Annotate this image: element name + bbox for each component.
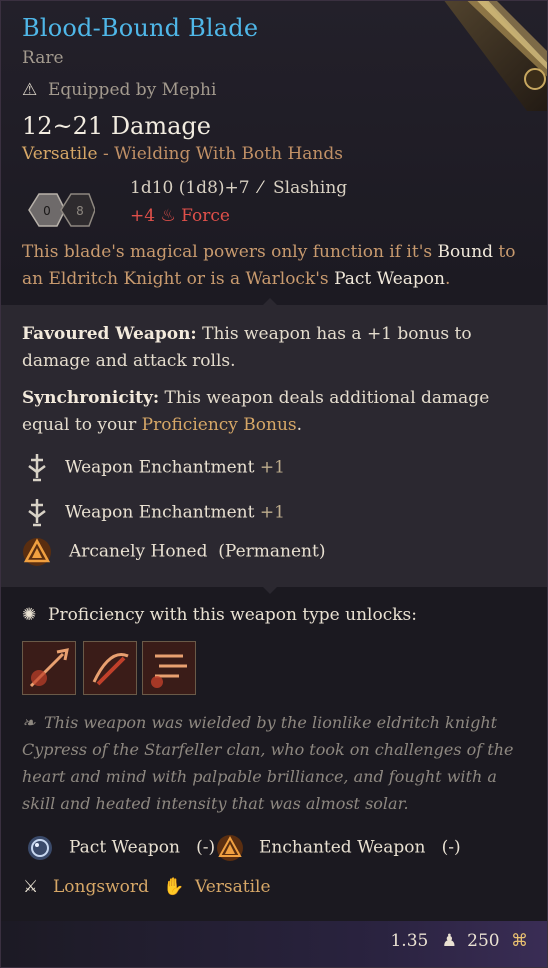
rush-attack-icon[interactable] xyxy=(142,641,196,695)
item-title: Blood-Bound Blade xyxy=(22,14,259,42)
longsword-tag[interactable]: ⚔ Longsword xyxy=(23,877,149,897)
favoured-weapon-property: Favoured Weapon: This weapon has a +1 bo… xyxy=(22,321,527,375)
enchanted-weapon-tag[interactable]: Enchanted Weapon (-) xyxy=(215,833,461,863)
bound-keyword[interactable]: Bound xyxy=(438,242,494,262)
property-title: Synchronicity: xyxy=(22,388,160,408)
enchanted-tag-label: Enchanted Weapon xyxy=(259,837,426,858)
enchantment-bonus: +1 xyxy=(259,502,285,523)
enchanted-tag-note: (-) xyxy=(441,837,461,858)
die-value: 8 xyxy=(76,204,84,218)
damage-roll: 1d10 (1d8)+7 ⁄ Slashing xyxy=(130,178,347,198)
force-label: Force xyxy=(181,206,230,226)
pact-tag-label: Pact Weapon xyxy=(69,837,180,858)
enchantment-label: Weapon Enchantment xyxy=(65,502,255,523)
coin-icon: ⌘ xyxy=(511,931,528,951)
pact-weapon-keyword[interactable]: Pact Weapon xyxy=(334,269,445,289)
equipped-status: ⚠ Equipped by Mephi xyxy=(22,80,216,100)
proficiency-icon: ✺ xyxy=(22,605,37,625)
versatile-note: - Wielding With Both Hands xyxy=(102,144,343,164)
versatile-line: Versatile - Wielding With Both Hands xyxy=(22,144,343,164)
synchronicity-property: Synchronicity: This weapon deals additio… xyxy=(22,385,527,439)
force-bonus-line: +4 ♨ Force xyxy=(130,206,230,226)
band-notch xyxy=(263,298,277,305)
damage-range: 12~21 Damage xyxy=(22,112,211,140)
proficiency-label: Proficiency with this weapon type unlock… xyxy=(48,605,417,625)
equipped-label: Equipped by Mephi xyxy=(48,80,217,100)
sword-enchant-icon xyxy=(28,499,46,527)
enchantment-bonus: +1 xyxy=(259,457,285,478)
slashing-icon: ⁄ xyxy=(258,178,262,198)
roll-type: Slashing xyxy=(272,178,348,198)
honed-note: (Permanent) xyxy=(218,541,326,562)
slashing-attack-icon[interactable] xyxy=(83,641,137,695)
item-description: This blade's magical powers only functio… xyxy=(22,239,527,293)
enchantment-label: Weapon Enchantment xyxy=(65,457,255,478)
weapon-type-label: Longsword xyxy=(53,877,149,897)
versatile-label: Versatile xyxy=(22,144,98,164)
property-title: Favoured Weapon: xyxy=(22,324,197,344)
sword-enchant-icon xyxy=(28,454,46,482)
honed-label: Arcanely Honed xyxy=(69,541,208,562)
proficiency-unlock-header: ✺ Proficiency with this weapon type unloc… xyxy=(22,605,417,625)
enchantment-row[interactable]: Weapon Enchantment +1 xyxy=(21,452,285,484)
lunging-attack-icon[interactable] xyxy=(22,641,76,695)
item-rarity: Rare xyxy=(22,48,64,68)
weight-value: 1.35 xyxy=(390,931,429,951)
pact-tag-note: (-) xyxy=(196,837,216,858)
lore-body: This weapon was wielded by the lionlike … xyxy=(22,713,514,813)
arcanely-honed-row[interactable]: Arcanely Honed (Permanent) xyxy=(21,536,325,568)
footer-stats: 1.35 ♟ 250 ⌘ xyxy=(390,931,528,951)
desc-text: This blade's magical powers only functio… xyxy=(22,242,438,262)
crossed-swords-icon: ⚔ xyxy=(23,877,39,897)
versatile-tag-label: Versatile xyxy=(195,877,271,897)
gold-value: 250 xyxy=(467,931,500,951)
enchantment-row[interactable]: Weapon Enchantment +1 xyxy=(21,497,285,529)
blade-artwork-icon xyxy=(444,1,547,111)
property-text: . xyxy=(296,415,303,435)
hand-icon: ✋ xyxy=(163,877,185,897)
weight-icon: ♟ xyxy=(441,931,457,951)
force-bonus: +4 xyxy=(130,206,156,226)
band-notch xyxy=(263,587,277,594)
warning-icon: ⚠ xyxy=(22,80,38,100)
desc-text: . xyxy=(444,269,451,289)
item-tooltip: Blood-Bound Blade Rare ⚠ Equipped by Meph… xyxy=(0,0,548,968)
pact-weapon-icon xyxy=(28,836,52,860)
arcanely-honed-icon xyxy=(23,538,51,566)
pact-weapon-tag[interactable]: Pact Weapon (-) xyxy=(25,833,215,863)
proficiency-bonus-keyword[interactable]: Proficiency Bonus xyxy=(142,415,297,435)
dice-icon: 0 8 xyxy=(28,193,95,227)
enchanted-weapon-icon xyxy=(217,835,243,861)
lore-text: ❧ This weapon was wielded by the lionlike… xyxy=(22,709,527,817)
force-icon: ♨ xyxy=(160,206,176,226)
quill-icon: ❧ xyxy=(22,713,36,732)
versatile-tag[interactable]: ✋ Versatile xyxy=(163,877,271,897)
die-value: 0 xyxy=(43,204,51,218)
roll-value: 1d10 (1d8)+7 xyxy=(130,178,250,198)
